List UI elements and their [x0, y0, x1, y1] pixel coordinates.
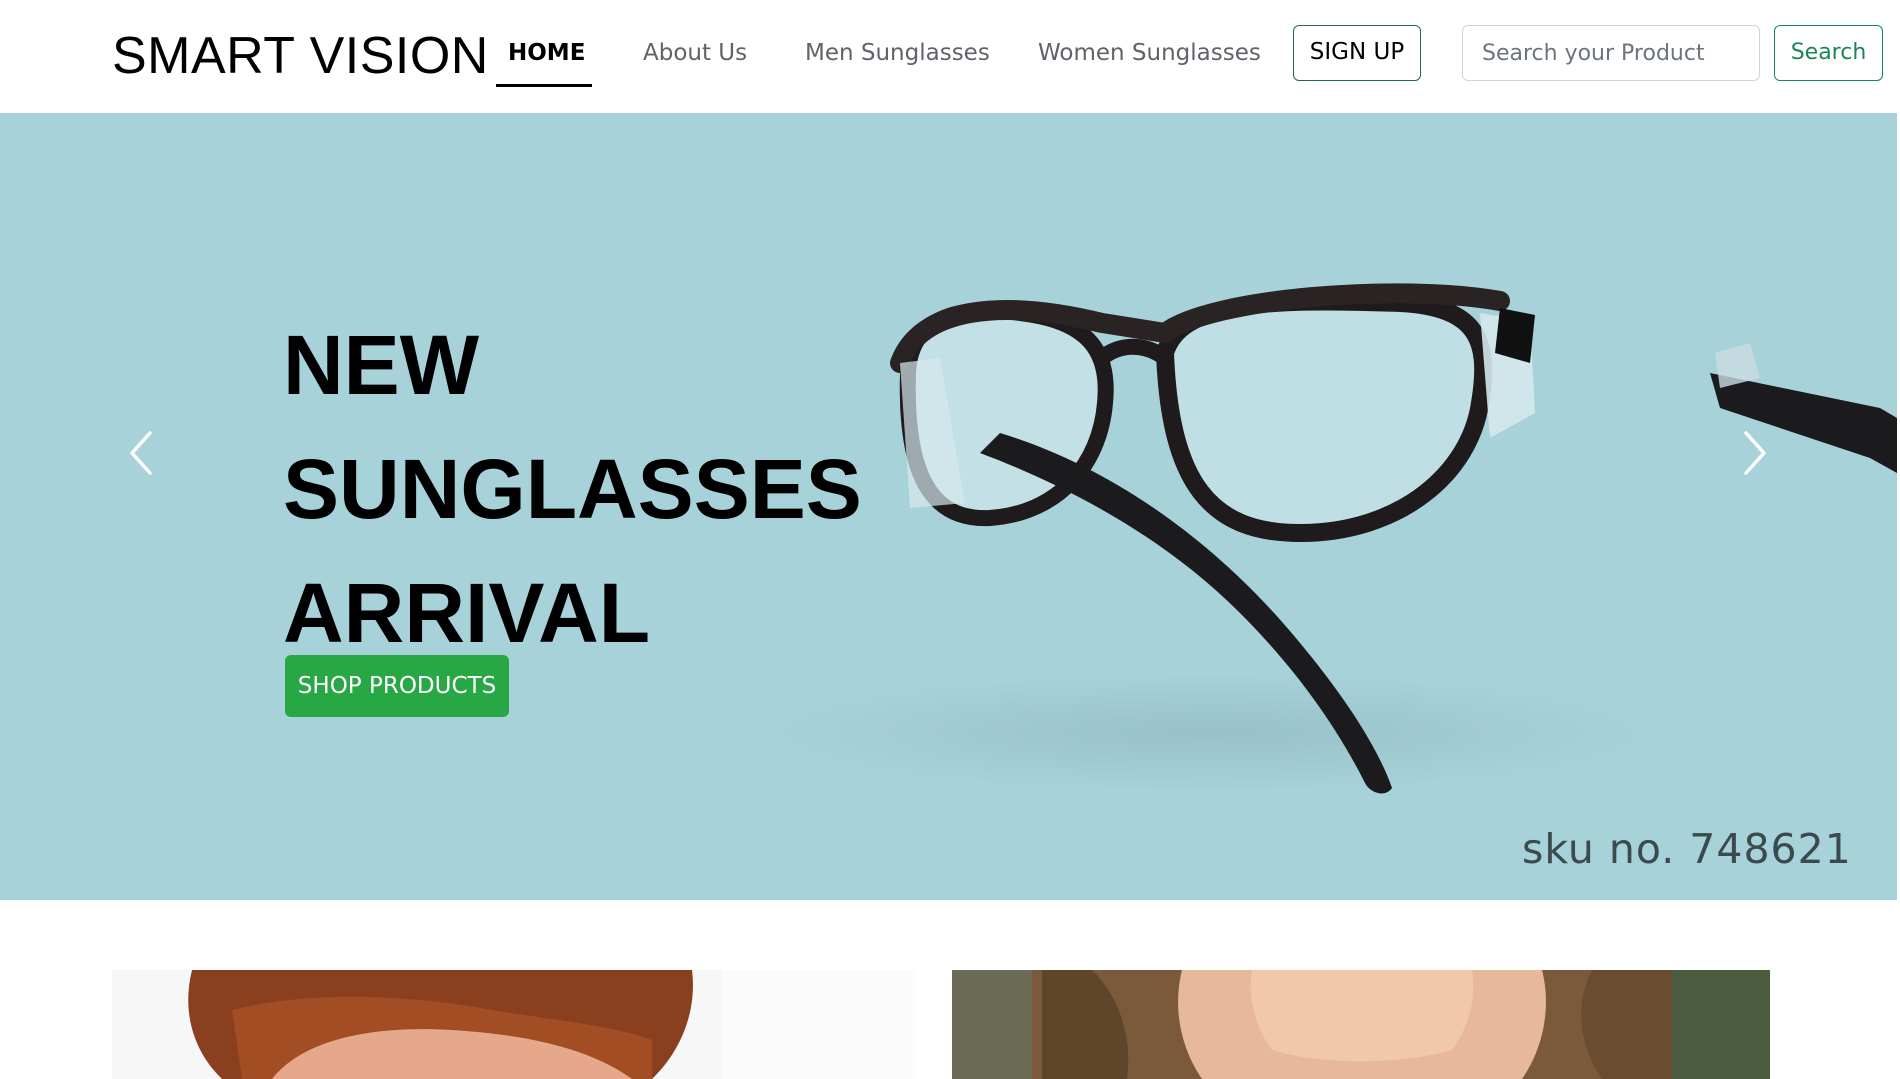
- top-navbar: SMART VISION HOME About Us Men Sunglasse…: [0, 0, 1900, 113]
- sign-up-button[interactable]: SIGN UP: [1293, 25, 1421, 81]
- chevron-right-icon: [1744, 431, 1766, 475]
- hero-carousel: NEW SUNGLASSES ARRIVAL SHOP PRODUCTS sku…: [0, 113, 1897, 900]
- nav-item-women-sunglasses[interactable]: Women Sunglasses: [1038, 40, 1261, 66]
- women-category-card[interactable]: [952, 970, 1770, 1079]
- hero-headline-line-1: NEW: [283, 318, 479, 412]
- carousel-prev-button[interactable]: [118, 423, 168, 483]
- active-nav-indicator: [496, 84, 592, 87]
- nav-item-about-us[interactable]: About Us: [643, 40, 747, 66]
- woman-portrait-image: [952, 970, 1770, 1079]
- search-button[interactable]: Search: [1774, 25, 1883, 81]
- carousel-next-button[interactable]: [1728, 423, 1778, 483]
- sku-number-text: sku no. 748621: [1522, 825, 1852, 873]
- shop-products-button[interactable]: SHOP PRODUCTS: [285, 655, 509, 717]
- hero-headline: NEW SUNGLASSES ARRIVAL: [283, 303, 983, 675]
- men-category-card[interactable]: [112, 970, 916, 1079]
- nav-item-men-sunglasses[interactable]: Men Sunglasses: [805, 40, 990, 66]
- eyeglasses-image: [890, 283, 1897, 794]
- brand-logo[interactable]: SMART VISION: [112, 26, 489, 86]
- man-portrait-image: [112, 970, 916, 1079]
- hero-headline-line-2: SUNGLASSES: [283, 442, 862, 536]
- chevron-left-icon: [130, 431, 152, 475]
- product-search-input[interactable]: [1462, 25, 1760, 81]
- nav-item-home[interactable]: HOME: [508, 40, 585, 66]
